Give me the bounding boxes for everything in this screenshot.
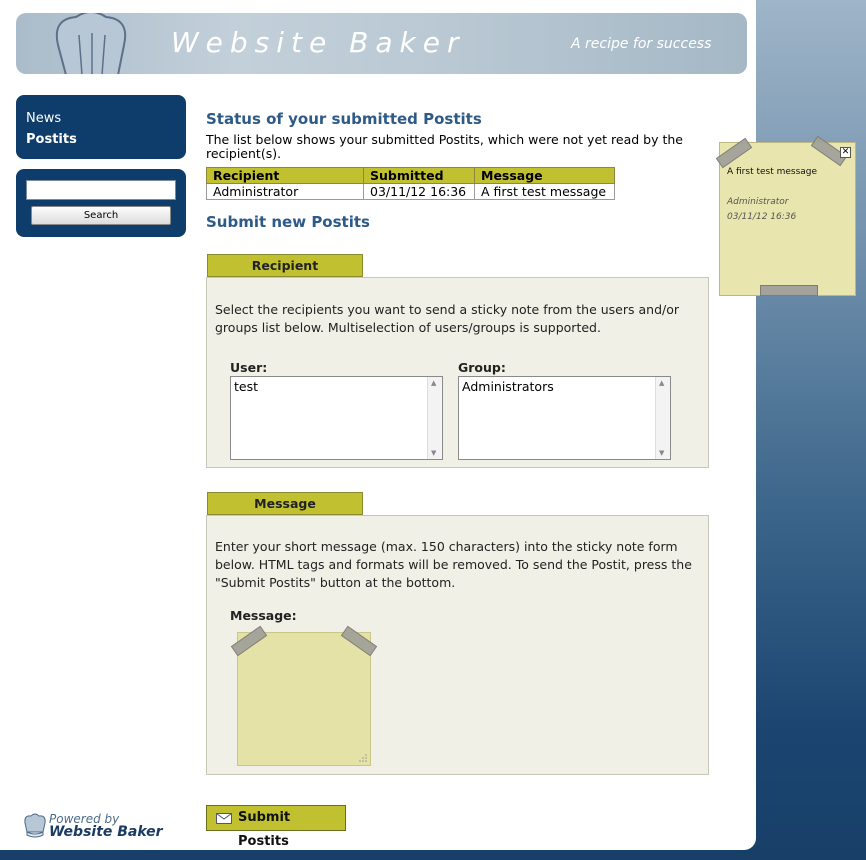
site-header: Website Baker A recipe for success <box>16 13 747 74</box>
cell-message: A first test message <box>474 183 615 200</box>
group-option[interactable]: Administrators <box>462 379 667 394</box>
column-header-message: Message <box>474 167 615 184</box>
user-select-list[interactable]: test ▲ ▼ <box>230 376 443 460</box>
search-input[interactable] <box>26 180 176 200</box>
cell-submitted: 03/11/12 16:36 <box>363 183 475 200</box>
column-header-recipient: Recipient <box>206 167 364 184</box>
user-label: User: <box>230 360 268 375</box>
scroll-up-icon[interactable]: ▲ <box>659 379 664 387</box>
status-table: Recipient Submitted Message Administrato… <box>206 167 615 200</box>
postit-drag-handle[interactable] <box>760 285 818 296</box>
submit-postits-button[interactable]: Submit Postits <box>206 805 346 849</box>
recipient-panel: Select the recipients you want to send a… <box>206 277 709 468</box>
group-label: Group: <box>458 360 506 375</box>
postit-meta: Administrator 03/11/12 16:36 <box>727 195 796 225</box>
recipient-tab: Recipient <box>207 254 363 277</box>
site-title: Website Baker <box>171 26 466 59</box>
postit-timestamp: 03/11/12 16:36 <box>727 212 797 222</box>
page-container: Website Baker A recipe for success News … <box>0 0 756 850</box>
chef-hat-small-icon <box>24 813 46 838</box>
main-menu: News Postits <box>16 95 186 159</box>
cell-recipient: Administrator <box>206 183 364 200</box>
search-button[interactable]: Search <box>31 206 171 225</box>
status-description: The list below shows your submitted Post… <box>206 132 683 161</box>
message-label: Message: <box>230 608 297 623</box>
scroll-down-icon[interactable]: ▼ <box>431 449 436 457</box>
envelope-icon <box>216 813 232 824</box>
submit-postits-label: Submit Postits <box>238 810 291 849</box>
chef-hat-logo-icon <box>55 13 127 74</box>
user-list-scrollbar[interactable]: ▲ ▼ <box>427 377 442 459</box>
postit-subject: A first test message <box>727 167 818 177</box>
status-table-header: Recipient Submitted Message <box>206 167 615 184</box>
resize-grip-icon[interactable] <box>358 753 368 763</box>
menu-item-postits[interactable]: Postits <box>26 129 176 150</box>
tape-left-icon <box>230 625 268 657</box>
powered-by-line2: Website Baker <box>49 824 163 840</box>
menu-item-news[interactable]: News <box>26 108 176 129</box>
column-header-submitted: Submitted <box>363 167 475 184</box>
search-box: Search <box>16 169 186 237</box>
message-tab: Message <box>207 492 363 515</box>
tape-left-icon <box>715 137 753 169</box>
floating-postit[interactable]: ✕ A first test message Administrator 03/… <box>715 135 856 296</box>
tape-right-icon <box>340 625 378 657</box>
close-icon[interactable]: ✕ <box>840 147 851 158</box>
scroll-down-icon[interactable]: ▼ <box>659 449 664 457</box>
message-postit-textarea[interactable] <box>230 625 378 766</box>
site-slogan: A recipe for success <box>571 36 712 52</box>
group-list-scrollbar[interactable]: ▲ ▼ <box>655 377 670 459</box>
scroll-up-icon[interactable]: ▲ <box>431 379 436 387</box>
postit-sender: Administrator <box>727 197 789 207</box>
message-instructions: Enter your short message (max. 150 chara… <box>215 539 692 590</box>
recipient-instructions: Select the recipients you want to send a… <box>215 302 680 335</box>
table-row: Administrator 03/11/12 16:36 A first tes… <box>206 183 615 200</box>
submit-heading: Submit new Postits <box>206 213 370 231</box>
status-heading: Status of your submitted Postits <box>206 110 482 128</box>
message-panel: Enter your short message (max. 150 chara… <box>206 515 709 775</box>
group-select-list[interactable]: Administrators ▲ ▼ <box>458 376 671 460</box>
user-option[interactable]: test <box>234 379 439 394</box>
